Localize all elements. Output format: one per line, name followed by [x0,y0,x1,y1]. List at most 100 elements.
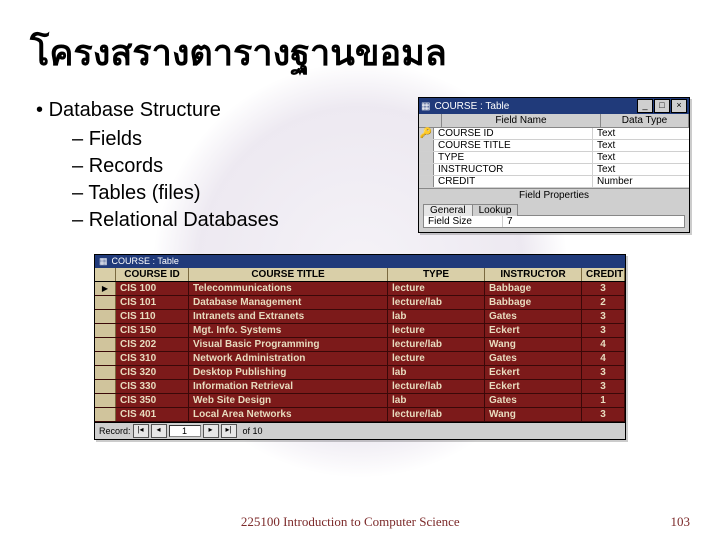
row-selector[interactable] [419,176,434,187]
cell-coursetitle[interactable]: Mgt. Info. Systems [189,324,388,337]
cell-coursetitle[interactable]: Local Area Networks [189,408,388,421]
design-row[interactable]: INSTRUCTORText [419,164,689,176]
table-row[interactable]: CIS 110Intranets and ExtranetslabGates3 [95,310,625,324]
cell-courseid[interactable]: CIS 150 [116,324,189,337]
table-row[interactable]: CIS 350Web Site DesignlabGates1 [95,394,625,408]
data-type-cell[interactable]: Text [593,164,689,175]
cell-courseid[interactable]: CIS 310 [116,352,189,365]
cell-instructor[interactable]: Eckert [485,380,582,393]
row-selector[interactable] [95,380,116,393]
row-selector[interactable] [95,324,116,337]
datasheet-header-coursetitle[interactable]: COURSE TITLE [189,268,388,281]
cell-courseid[interactable]: CIS 330 [116,380,189,393]
cell-courseid[interactable]: CIS 350 [116,394,189,407]
table-row[interactable]: CIS 202Visual Basic Programminglecture/l… [95,338,625,352]
cell-credit[interactable]: 3 [582,282,625,295]
row-selector[interactable] [95,394,116,407]
maximize-icon[interactable]: □ [654,99,670,113]
row-selector[interactable] [95,366,116,379]
tab-general[interactable]: General [423,204,473,216]
row-selector[interactable] [95,352,116,365]
cell-coursetitle[interactable]: Web Site Design [189,394,388,407]
table-row[interactable]: CIS 310Network AdministrationlectureGate… [95,352,625,366]
cell-coursetitle[interactable]: Visual Basic Programming [189,338,388,351]
cell-instructor[interactable]: Eckert [485,324,582,337]
row-selector[interactable] [95,338,116,351]
cell-type[interactable]: lecture/lab [388,338,485,351]
field-name-cell[interactable]: TYPE [434,152,593,163]
design-row[interactable]: 🔑COURSE IDText [419,128,689,140]
table-row[interactable]: CIS 320Desktop PublishinglabEckert3 [95,366,625,380]
design-row[interactable]: COURSE TITLEText [419,140,689,152]
cell-type[interactable]: lab [388,310,485,323]
cell-credit[interactable]: 1 [582,394,625,407]
cell-courseid[interactable]: CIS 100 [116,282,189,295]
cell-credit[interactable]: 2 [582,296,625,309]
cell-instructor[interactable]: Wang [485,338,582,351]
cell-instructor[interactable]: Gates [485,352,582,365]
nav-last-icon[interactable]: ▸| [221,424,237,438]
cell-coursetitle[interactable]: Information Retrieval [189,380,388,393]
cell-courseid[interactable]: CIS 202 [116,338,189,351]
row-selector[interactable] [419,164,434,175]
nav-position-field[interactable]: 1 [169,425,201,437]
cell-type[interactable]: lecture/lab [388,380,485,393]
table-row[interactable]: CIS 401Local Area Networkslecture/labWan… [95,408,625,422]
cell-coursetitle[interactable]: Database Management [189,296,388,309]
design-row[interactable]: CREDITNumber [419,176,689,188]
cell-coursetitle[interactable]: Network Administration [189,352,388,365]
nav-next-icon[interactable]: ▸ [203,424,219,438]
cell-type[interactable]: lecture [388,352,485,365]
cell-instructor[interactable]: Gates [485,394,582,407]
row-selector[interactable] [419,140,434,151]
datasheet-header-credit[interactable]: CREDIT [582,268,625,281]
row-selector[interactable]: 🔑 [419,128,434,139]
row-selector[interactable] [419,152,434,163]
nav-prev-icon[interactable]: ◂ [151,424,167,438]
cell-type[interactable]: lab [388,366,485,379]
datasheet-header-type[interactable]: TYPE [388,268,485,281]
datasheet-header-instructor[interactable]: INSTRUCTOR [485,268,582,281]
cell-credit[interactable]: 3 [582,366,625,379]
cell-coursetitle[interactable]: Intranets and Extranets [189,310,388,323]
cell-courseid[interactable]: CIS 401 [116,408,189,421]
cell-instructor[interactable]: Babbage [485,296,582,309]
cell-instructor[interactable]: Wang [485,408,582,421]
cell-credit[interactable]: 3 [582,408,625,421]
data-type-cell[interactable]: Text [593,128,689,139]
nav-first-icon[interactable]: |◂ [133,424,149,438]
cell-credit[interactable]: 3 [582,310,625,323]
prop-field-size-value[interactable]: 7 [503,216,684,227]
cell-type[interactable]: lecture [388,282,485,295]
datasheet-titlebar[interactable]: ▦ COURSE : Table [95,255,625,268]
table-row[interactable]: CIS 101Database Managementlecture/labBab… [95,296,625,310]
cell-instructor[interactable]: Babbage [485,282,582,295]
cell-credit[interactable]: 3 [582,324,625,337]
field-name-cell[interactable]: COURSE ID [434,128,593,139]
tab-lookup[interactable]: Lookup [472,204,519,216]
cell-courseid[interactable]: CIS 101 [116,296,189,309]
field-name-cell[interactable]: INSTRUCTOR [434,164,593,175]
cell-courseid[interactable]: CIS 110 [116,310,189,323]
row-selector[interactable] [95,296,116,309]
row-selector[interactable] [95,310,116,323]
cell-type[interactable]: lecture [388,324,485,337]
row-selector[interactable] [95,282,116,295]
cell-instructor[interactable]: Gates [485,310,582,323]
data-type-cell[interactable]: Number [593,176,689,187]
data-type-cell[interactable]: Text [593,152,689,163]
cell-instructor[interactable]: Eckert [485,366,582,379]
minimize-icon[interactable]: _ [637,99,653,113]
row-selector[interactable] [95,408,116,421]
field-name-cell[interactable]: COURSE TITLE [434,140,593,151]
table-row[interactable]: CIS 100TelecommunicationslectureBabbage3 [95,282,625,296]
cell-type[interactable]: lab [388,394,485,407]
table-row[interactable]: CIS 330Information Retrievallecture/labE… [95,380,625,394]
cell-coursetitle[interactable]: Telecommunications [189,282,388,295]
close-icon[interactable]: × [671,99,687,113]
data-type-cell[interactable]: Text [593,140,689,151]
cell-type[interactable]: lecture/lab [388,408,485,421]
field-name-cell[interactable]: CREDIT [434,176,593,187]
cell-credit[interactable]: 3 [582,380,625,393]
cell-type[interactable]: lecture/lab [388,296,485,309]
